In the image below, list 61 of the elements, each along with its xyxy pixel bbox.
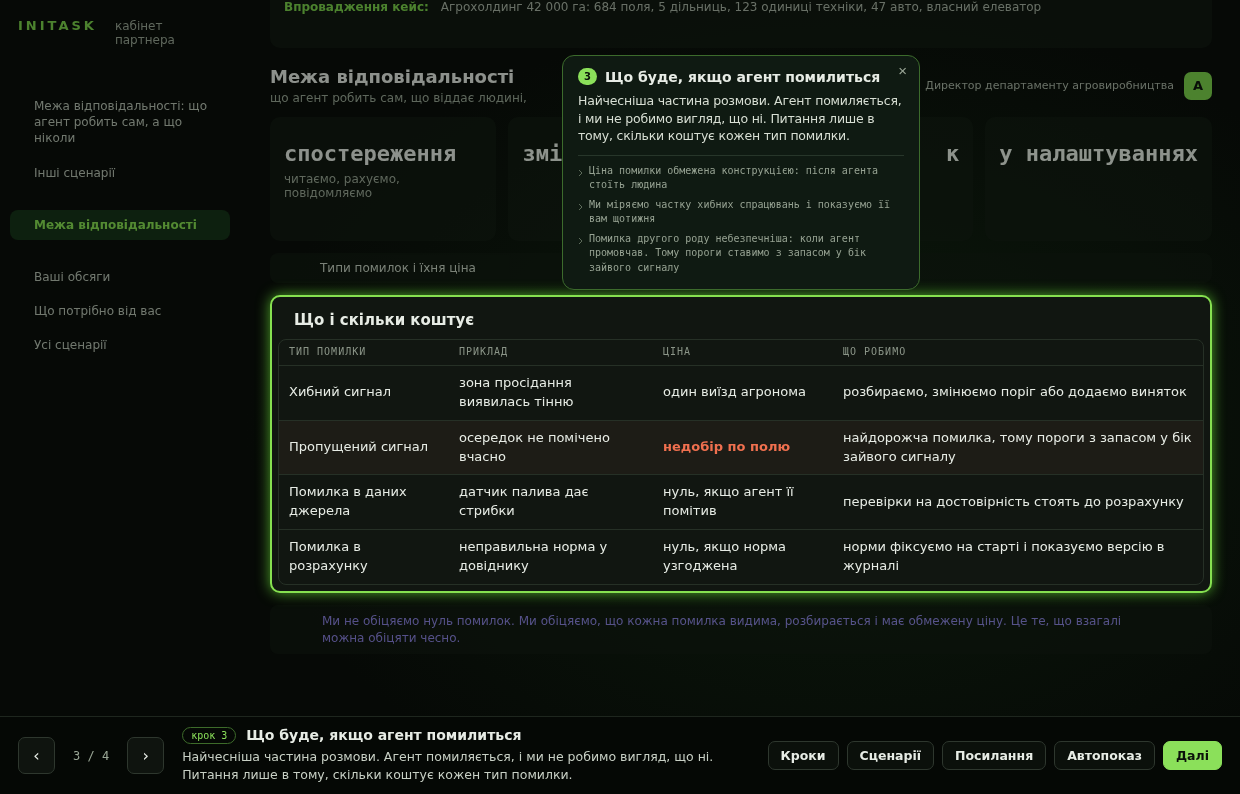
toolbar-button[interactable]: Далі <box>1163 741 1222 770</box>
table-cell-text: найдорожча помилка, тому пороги з запасом у бік зайвого сигналу <box>842 428 1193 466</box>
logo-subtitle: кабінет партнера <box>114 19 176 47</box>
card-title: змі <box>522 141 563 166</box>
chevron-icon <box>578 168 583 177</box>
section-title: Типи помилок і їхня ціна <box>320 261 476 275</box>
chevron-icon <box>578 202 583 211</box>
sidebar-item[interactable]: Інші сценарії <box>10 157 230 188</box>
table-cell-text: датчик палива дає стрибки <box>458 483 590 521</box>
sidebar-item[interactable]: Усі сценарії <box>10 330 230 361</box>
table-cell-text: нуль, якщо агент її помітив <box>662 483 795 521</box>
sidebar-item[interactable]: Межа відповідальності <box>10 209 230 240</box>
column-header: ПРИКЛАД <box>458 345 510 359</box>
column-header: ЩО РОБИМО <box>842 345 908 359</box>
column-header: ТИП ПОМИЛКИ <box>288 345 368 359</box>
table-cell-text: зона просідання виявилась тінню <box>458 374 575 411</box>
step-counter: 3 / 4 <box>73 748 110 763</box>
tooltip-title: Що буде, якщо агент помилиться <box>605 68 881 85</box>
card-title: спостереження <box>284 141 457 166</box>
table-cell-text: осередок не помічено вчасно <box>458 428 611 466</box>
table-cell-text: Помилка в розрахунку <box>288 538 369 575</box>
previous-button[interactable]: ‹ <box>18 737 55 774</box>
table-cell-text: Хибний сигнал <box>288 383 393 402</box>
toolbar-button[interactable]: Автопоказ <box>1054 741 1155 770</box>
table-cell-text: Помилка в даних джерела <box>288 483 408 521</box>
table-cell-text: норми фіксуємо на старті і показуємо версію в журналі <box>842 538 1166 575</box>
table-cell-text: нуль, якщо норма узгоджена <box>662 538 787 575</box>
page-title: Межа відповідальності <box>270 66 516 87</box>
table-cell-text: один виїзд агронома <box>662 383 807 402</box>
table-title: Що і скільки коштує <box>293 310 476 331</box>
card-text: читаємо, рахуємо, повідомляємо <box>284 172 401 200</box>
card-title: к <box>946 141 960 166</box>
table-cell-text: неправильна норма у довіднику <box>458 538 609 575</box>
table-cell-text: недобір по полю <box>662 438 792 457</box>
sidebar-item[interactable]: Що потрібно від вас <box>10 296 230 327</box>
user-role: Директор департаменту агровиробництва <box>925 79 1174 92</box>
bullet-text: Ціна помилки обмежена конструкцією: після агента стоїть людина <box>589 163 879 192</box>
step-title: Що буде, якщо агент помилиться <box>246 727 522 744</box>
toolbar-button[interactable]: Кроки <box>767 741 839 770</box>
step-description: Найчесніша частина розмови. Агент помиляється, і ми не робимо вигляд, що ні. Питання лише в тому, скільки коштує кожен тип помилки. <box>182 747 715 784</box>
step-number-badge: 3 <box>578 68 597 85</box>
table-cell-text: перевірки на достовірність стоять до розрахунку <box>842 492 1185 511</box>
bullet-text: Ми міряємо частку хибних спрацювань і показуємо її вам щотижня <box>589 197 892 226</box>
close-button[interactable]: × <box>894 62 911 79</box>
table-cell-text: Пропущений сигнал <box>288 438 430 457</box>
chevron-icon <box>578 236 583 245</box>
tooltip-text: Найчесніша частина розмови. Агент помиляється, і ми не робимо вигляд, що ні. Питання лише в тому, скільки коштує кожен тип помилки. <box>578 92 904 156</box>
sidebar-item[interactable]: Межа відповідальності: що агент робить сам, а що ніколи <box>10 91 230 154</box>
avatar[interactable]: А <box>1184 71 1212 100</box>
sidebar-item[interactable]: Ваші обсяги <box>10 261 230 293</box>
card-title: у налаштуваннях <box>999 141 1198 166</box>
logo: INITASK <box>18 18 97 33</box>
bullet-text: Помилка другого роду небезпечніша: коли агент промовчав. Тому пороги ставимо з запасом у бік зайвого сигналу <box>589 231 867 275</box>
case-label: Впровадження кейс: <box>284 0 429 16</box>
page-subtitle: що агент робить сам, що віддає людині, <box>270 91 527 105</box>
next-button[interactable]: › <box>127 737 165 774</box>
toolbar-button[interactable]: Посилання <box>942 741 1047 770</box>
toolbar-button[interactable]: Сценарії <box>846 741 935 770</box>
case-text: Агрохолдинг 42 000 га: 684 поля, 5 дільниць, 123 одиниці техніки, 47 авто, власний елеватор <box>440 0 1042 16</box>
table-cell-text: розбираємо, змінюємо поріг або додаємо виняток <box>842 383 1188 402</box>
column-header: ЦІНА <box>662 345 693 359</box>
